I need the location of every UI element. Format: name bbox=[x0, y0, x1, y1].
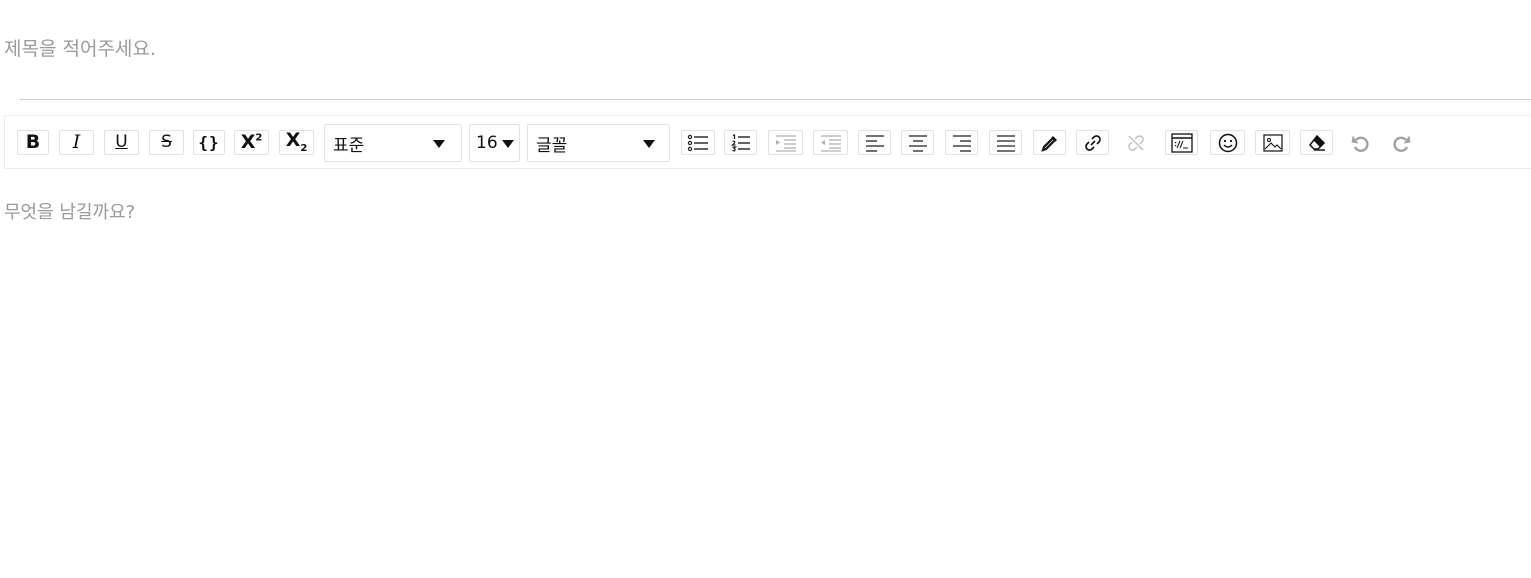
align-justify-button[interactable] bbox=[989, 130, 1022, 155]
font-size-value: 16 bbox=[476, 133, 498, 153]
bold-icon: B bbox=[25, 131, 41, 153]
align-justify-icon bbox=[996, 134, 1015, 152]
eraser-icon bbox=[1308, 134, 1325, 151]
code-braces-icon: {} bbox=[198, 132, 220, 152]
unlink-icon bbox=[1128, 134, 1144, 151]
subscript-base: X bbox=[285, 129, 301, 152]
redo-icon bbox=[1393, 135, 1411, 152]
align-left-button[interactable] bbox=[858, 130, 891, 155]
superscript-button[interactable]: X2 bbox=[234, 130, 269, 155]
superscript-mark: 2 bbox=[255, 132, 263, 144]
editor-placeholder: 무엇을 남길까요? bbox=[4, 202, 136, 223]
font-size-select[interactable]: 16 bbox=[469, 124, 520, 162]
clear-format-button[interactable] bbox=[1300, 130, 1333, 155]
ordered-list-button[interactable] bbox=[724, 130, 757, 155]
align-center-icon bbox=[908, 134, 927, 152]
redo-button[interactable] bbox=[1387, 130, 1417, 155]
format-select[interactable]: 표준 bbox=[324, 124, 462, 162]
bullet-list-button[interactable] bbox=[681, 130, 715, 155]
indent-icon bbox=[775, 134, 796, 152]
editor-content-area[interactable]: 무엇을 남길까요? bbox=[4, 198, 1514, 558]
insert-image-button[interactable] bbox=[1255, 130, 1290, 155]
align-right-icon bbox=[952, 134, 971, 152]
outdent-button[interactable] bbox=[813, 130, 848, 155]
italic-button[interactable]: I bbox=[59, 130, 94, 155]
outdent-icon bbox=[820, 134, 841, 152]
eyedropper-icon bbox=[1040, 135, 1057, 152]
code-button[interactable]: {} bbox=[193, 130, 225, 155]
editor-toolbar: B I U S {} X2 X2 표준 16 글꼴 bbox=[4, 115, 1531, 169]
bold-button[interactable]: B bbox=[17, 130, 49, 155]
subscript-button[interactable]: X2 bbox=[279, 130, 314, 155]
bullet-list-icon bbox=[687, 134, 708, 151]
unlink-button[interactable] bbox=[1121, 130, 1151, 155]
indent-button[interactable] bbox=[768, 130, 803, 155]
title-divider bbox=[20, 99, 1531, 100]
undo-icon bbox=[1351, 135, 1369, 152]
subscript-icon: X2 bbox=[286, 131, 308, 154]
chevron-down-icon bbox=[502, 140, 514, 148]
format-select-value: 표준 bbox=[333, 135, 365, 156]
smiley-icon bbox=[1218, 133, 1237, 152]
emoji-button[interactable] bbox=[1210, 130, 1245, 155]
strikethrough-icon: S bbox=[161, 132, 172, 152]
font-family-value: 글꼴 bbox=[536, 135, 568, 156]
italic-icon: I bbox=[72, 131, 81, 153]
underline-button[interactable]: U bbox=[104, 130, 139, 155]
subscript-mark: 2 bbox=[300, 142, 308, 154]
chevron-down-icon bbox=[643, 140, 655, 148]
code-view-icon bbox=[1170, 132, 1193, 153]
superscript-icon: X2 bbox=[241, 133, 263, 152]
insert-link-button[interactable] bbox=[1076, 130, 1109, 155]
chevron-down-icon bbox=[433, 140, 445, 148]
ordered-list-icon bbox=[730, 133, 750, 152]
strikethrough-button[interactable]: S bbox=[149, 130, 184, 155]
link-icon bbox=[1084, 134, 1101, 151]
align-left-icon bbox=[865, 134, 884, 152]
superscript-base: X bbox=[240, 131, 256, 153]
code-view-button[interactable] bbox=[1165, 130, 1198, 155]
image-icon bbox=[1262, 133, 1283, 152]
undo-button[interactable] bbox=[1345, 130, 1375, 155]
font-family-select[interactable]: 글꼴 bbox=[527, 124, 670, 162]
align-center-button[interactable] bbox=[901, 130, 934, 155]
title-input[interactable] bbox=[4, 30, 1504, 68]
text-color-button[interactable] bbox=[1033, 130, 1066, 155]
align-right-button[interactable] bbox=[945, 130, 978, 155]
underline-icon: U bbox=[115, 132, 128, 152]
